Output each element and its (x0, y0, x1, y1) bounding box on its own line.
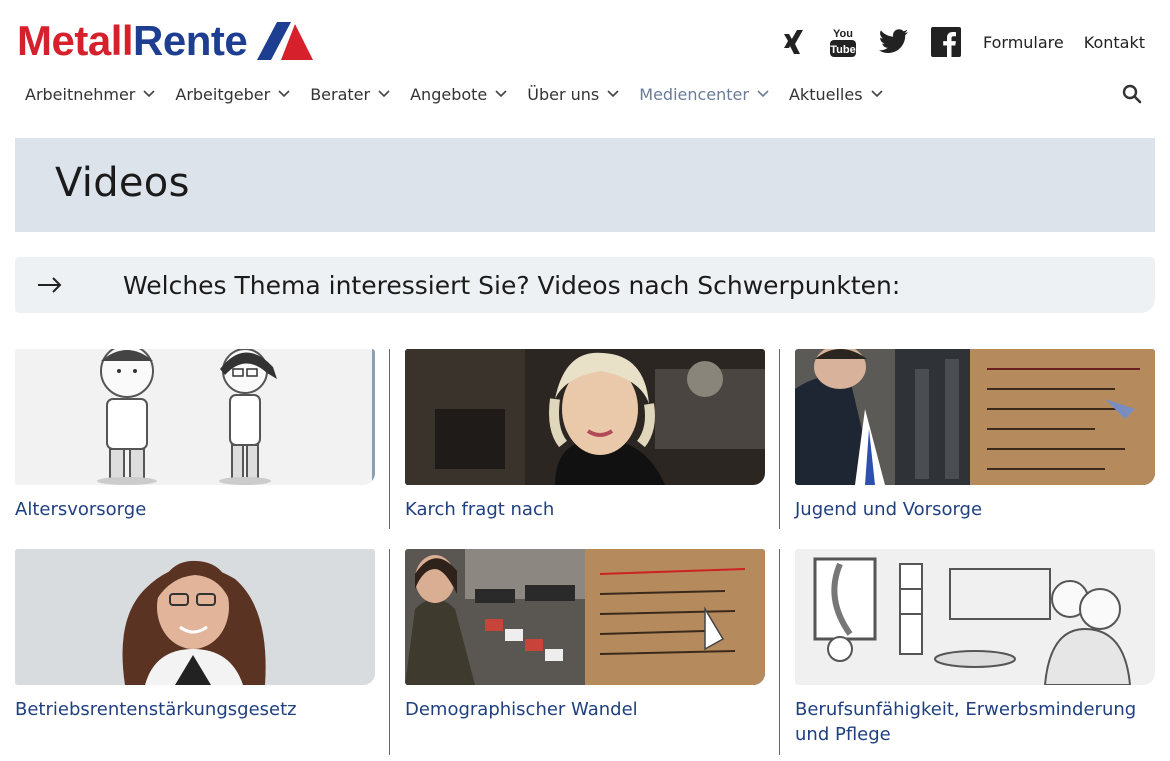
chevron-down-icon (607, 90, 619, 98)
youtube-tube-text: Tube (830, 44, 855, 56)
topic-heading: Welches Thema interessiert Sie? Videos n… (123, 270, 901, 300)
video-card-berufsunfaehigkeit[interactable]: Berufsunfähigkeit, Erwerbsminderung und … (795, 549, 1155, 747)
video-card-label[interactable]: Demographischer Wandel (405, 697, 765, 722)
nav-item-arbeitnehmer[interactable]: Arbeitnehmer (25, 83, 155, 105)
chevron-down-icon (378, 90, 390, 98)
nav-label: Über uns (527, 84, 600, 104)
nav-label: Aktuelles (788, 84, 863, 104)
nav-label: Berater (310, 84, 371, 104)
column-divider (389, 349, 390, 529)
video-thumbnail[interactable] (15, 349, 375, 485)
nav-item-arbeitgeber[interactable]: Arbeitgeber (175, 83, 290, 105)
logo-wordmark: MetallRente (17, 17, 248, 64)
video-thumbnail[interactable] (405, 549, 765, 685)
page-title: Videos (55, 160, 190, 206)
video-card-demographischer-wandel[interactable]: Demographischer Wandel (405, 549, 765, 722)
chevron-down-icon (495, 90, 507, 98)
main-nav: Arbeitnehmer Arbeitgeber Berater Angebot… (25, 83, 903, 105)
metallrente-logo[interactable]: MetallRente (17, 17, 314, 64)
chevron-down-icon (870, 90, 883, 98)
video-card-altersvorsorge[interactable]: Altersvorsorge (15, 349, 375, 522)
chevron-down-icon (143, 90, 155, 98)
video-thumbnail[interactable] (405, 349, 765, 485)
topic-bar[interactable]: Welches Thema interessiert Sie? Videos n… (15, 257, 1155, 313)
video-card-label[interactable]: Karch fragt nach (405, 497, 765, 522)
chevron-down-icon (757, 90, 769, 98)
arrow-right-icon (15, 277, 123, 293)
video-thumbnail[interactable] (15, 549, 375, 685)
twitter-icon[interactable] (878, 29, 909, 55)
youtube-you-text: You (833, 28, 853, 40)
video-card-label[interactable]: Betriebsrentenstärkungsgesetz (15, 697, 375, 722)
xing-icon[interactable] (781, 28, 807, 56)
logo-metall: Metall (17, 17, 134, 64)
page-title-band: Videos (15, 138, 1155, 232)
facebook-icon[interactable] (930, 27, 961, 57)
nav-label: Angebote (410, 84, 488, 104)
nav-item-angebote[interactable]: Angebote (410, 83, 507, 105)
youtube-icon[interactable]: You Tube (829, 26, 857, 58)
chevron-down-icon (278, 90, 290, 98)
nav-item-aktuelles[interactable]: Aktuelles (789, 83, 883, 105)
column-divider (779, 549, 780, 755)
nav-item-mediencenter[interactable]: Mediencenter (639, 83, 769, 105)
nav-item-ueber-uns[interactable]: Über uns (527, 83, 619, 105)
search-icon[interactable] (1122, 84, 1142, 108)
video-thumbnail[interactable] (795, 349, 1155, 485)
video-card-betriebsrentenstaerkungsgesetz[interactable]: Betriebsrentenstärkungsgesetz (15, 549, 375, 722)
logo-rente: Rente (133, 17, 248, 64)
nav-item-berater[interactable]: Berater (310, 83, 390, 105)
nav-label: Mediencenter (639, 84, 749, 104)
formulare-link[interactable]: Formulare (983, 33, 1064, 52)
video-card-karch-fragt-nach[interactable]: Karch fragt nach (405, 349, 765, 522)
nav-label: Arbeitnehmer (25, 84, 136, 104)
column-divider (779, 349, 780, 529)
kontakt-link[interactable]: Kontakt (1084, 33, 1145, 52)
video-card-label[interactable]: Altersvorsorge (15, 497, 375, 522)
video-card-label[interactable]: Jugend und Vorsorge (795, 497, 1155, 522)
logo-mark-icon (257, 22, 314, 60)
video-thumbnail[interactable] (795, 549, 1155, 685)
video-card-label[interactable]: Berufsunfähigkeit, Erwerbsminderung und … (795, 697, 1155, 747)
column-divider (389, 549, 390, 755)
nav-label: Arbeitgeber (175, 84, 271, 104)
top-links: You Tube Formulare Kontakt (781, 26, 1145, 58)
video-card-jugend-und-vorsorge[interactable]: Jugend und Vorsorge (795, 349, 1155, 522)
